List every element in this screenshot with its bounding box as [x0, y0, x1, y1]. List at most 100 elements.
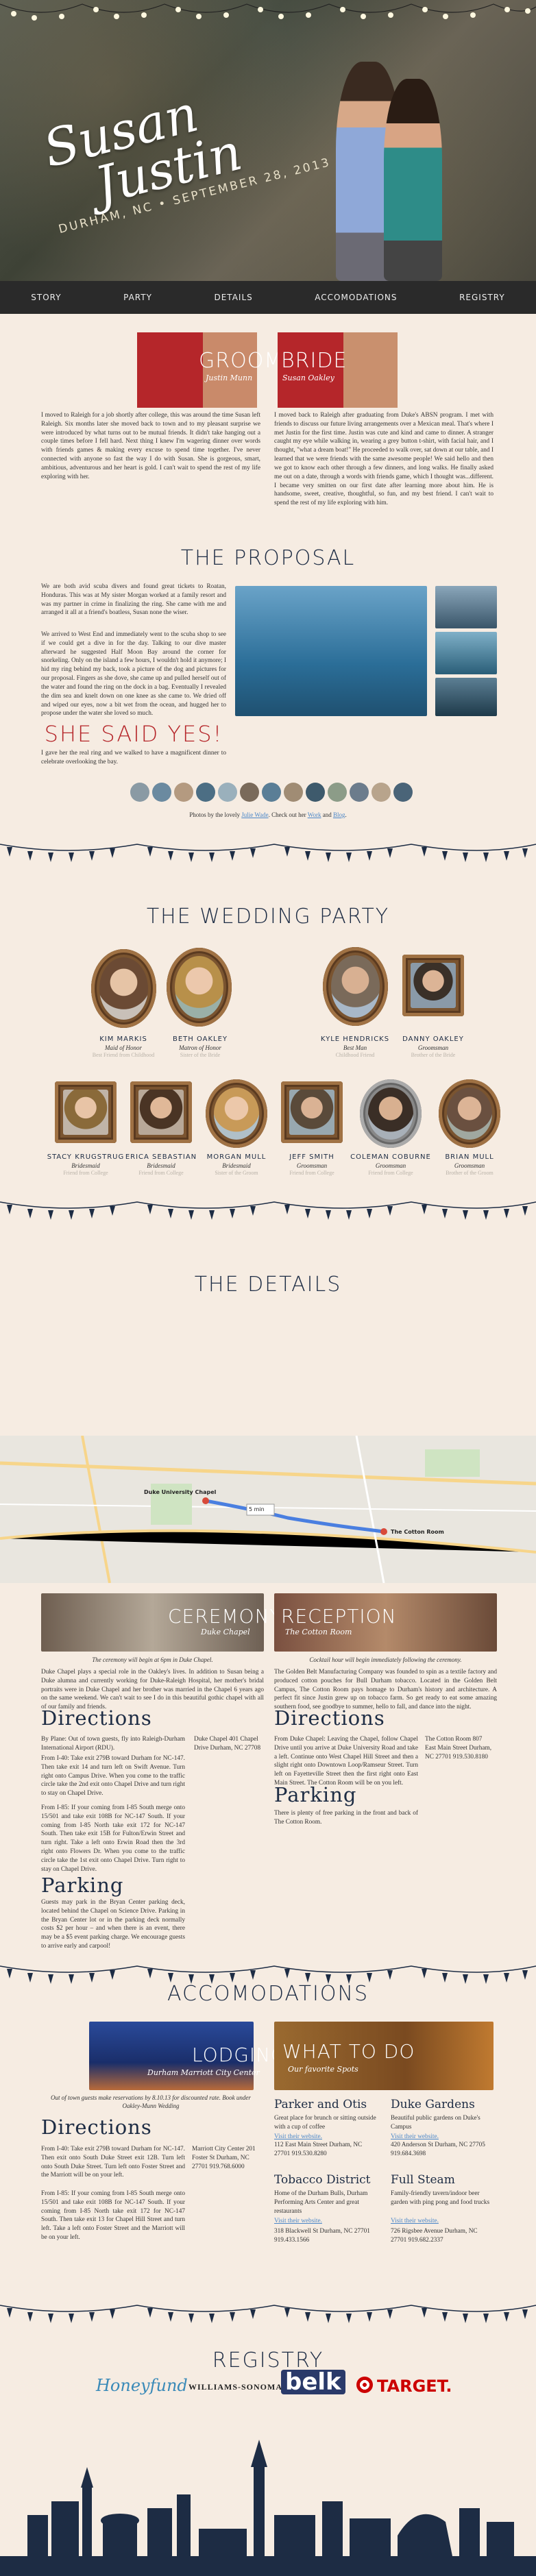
party-portrait [323, 947, 388, 1026]
party-portrait [281, 1081, 343, 1143]
proposal-thumb-2 [435, 632, 497, 674]
party-member-role: Bridesmaid [71, 1162, 100, 1169]
party-member-role: Groomsman [454, 1162, 485, 1169]
credit-mid: . Check out her [268, 811, 306, 818]
party-member-note: Best Friend from Childhood [92, 1052, 155, 1058]
gallery-thumb[interactable] [262, 783, 281, 802]
bride-label: BRIDE [281, 349, 348, 373]
party-portrait [91, 949, 156, 1028]
gallery-thumb[interactable] [240, 783, 259, 802]
party-member-note: Brother of the Groom [446, 1170, 494, 1176]
party-member-role: Groomsman [296, 1162, 328, 1169]
gallery-thumb[interactable] [328, 783, 347, 802]
lodging-note: Out of town guests make reservations by … [51, 2094, 251, 2110]
spot-title: Full Steam [391, 2173, 455, 2187]
nav-accomodations[interactable]: ACCOMODATIONS [315, 292, 397, 303]
bunting-divider [0, 844, 536, 862]
nav-registry[interactable]: REGISTRY [459, 292, 505, 303]
party-member-role: Bridesmaid [222, 1162, 251, 1169]
proposal-thumb-3 [435, 678, 497, 716]
photographer-link[interactable]: Julie Wade [241, 811, 268, 818]
party-member-note: Childhood Friend [335, 1052, 375, 1058]
proposal-paragraph-1: We are both avid scuba divers and found … [41, 583, 226, 617]
page: Susan Justin DURHAM, NC • SEPTEMBER 28, … [0, 0, 536, 2576]
lodging-directions-title: Directions [41, 2115, 152, 2139]
durham-skyline [0, 2440, 536, 2576]
target-bullseye-icon [356, 2377, 373, 2393]
credit-prefix: Photos by the lovely [189, 811, 240, 818]
groom-label: GROOM [199, 349, 283, 373]
spot-website-link[interactable]: Visit their website. [391, 2217, 439, 2226]
gallery-thumb[interactable] [284, 783, 303, 802]
gallery-thumb[interactable] [130, 783, 149, 802]
reception-sub: The Cotton Room [285, 1628, 352, 1636]
spot-website-link[interactable]: Visit their website. [391, 2133, 439, 2142]
nav-story[interactable]: STORY [31, 292, 61, 303]
party-member-name: STACY KRUGSTRUG [47, 1153, 125, 1161]
party-portrait [167, 948, 232, 1027]
string-lights [0, 3, 536, 21]
bride-name: Susan Oakley [282, 373, 334, 382]
gallery-thumb[interactable] [218, 783, 237, 802]
party-member-name: BETH OAKLEY [172, 1035, 228, 1043]
gallery-thumb[interactable] [306, 783, 325, 802]
photo-credit: Photos by the lovely Julie Wade. Check o… [189, 811, 347, 818]
gallery-thumb[interactable] [350, 783, 369, 802]
todo-sub: Our favorite Spots [288, 2065, 358, 2074]
blog-link[interactable]: Blog [333, 811, 345, 818]
wedding-party-title: THE WEDDING PARTY [146, 905, 390, 929]
party-member-name: DANNY OAKLEY [402, 1035, 464, 1043]
party-member-name: KYLE HENDRICKS [320, 1035, 390, 1043]
spot-desc: Home of the Durham Bulls, Durham Perform… [274, 2190, 368, 2215]
gallery-thumb[interactable] [174, 783, 193, 802]
spot-website-link[interactable]: Visit their website. [274, 2133, 322, 2142]
venue-map[interactable]: Duke University Chapel 5 min The Cotton … [0, 1435, 536, 1584]
party-member-name: JEFF SMITH [289, 1153, 334, 1161]
honeyfund-logo[interactable]: Honeyfund [96, 2375, 188, 2396]
party-member-role: Best Man [343, 1044, 367, 1051]
party-portrait [402, 955, 464, 1016]
party-member-name: COLEMAN COBURNE [350, 1153, 431, 1161]
ceremony-parking-text: Guests may park in the Bryan Center park… [41, 1899, 185, 1950]
spot-address: 112 East Main Street Durham, NC 27701 91… [274, 2142, 363, 2157]
party-member-name: KIM MARKIS [99, 1035, 147, 1043]
belk-logo[interactable]: belk [281, 2370, 345, 2394]
ceremony-direction-i85: From I-85: If your coming from I-85 Sout… [41, 1804, 185, 1873]
spot-website-link[interactable]: Visit their website. [274, 2217, 322, 2226]
party-member-note: Friend from College [63, 1170, 108, 1176]
hero-banner: Susan Justin DURHAM, NC • SEPTEMBER 28, … [0, 0, 536, 281]
party-member-role: Groomsman [417, 1044, 449, 1051]
map-graphic [0, 1435, 536, 1584]
party-member-name: BRIAN MULL [445, 1153, 494, 1161]
gallery-thumb[interactable] [393, 783, 413, 802]
party-portrait [206, 1079, 267, 1148]
reception-parking-title: Parking [274, 1783, 357, 1806]
ceremony-direction-plane: By Plane: Out of town guests, fly into R… [41, 1736, 185, 1752]
work-link[interactable]: Work [308, 811, 321, 818]
credit-and: and [322, 811, 332, 818]
gallery-thumb[interactable] [371, 783, 391, 802]
williams-sonoma-logo[interactable]: WILLIAMS-SONOMA [188, 2381, 282, 2392]
party-portrait [360, 1079, 422, 1148]
nav-details[interactable]: DETAILS [214, 292, 252, 303]
reception-label: RECEPTION [281, 1605, 397, 1628]
gallery-thumb[interactable] [196, 783, 215, 802]
party-portrait [130, 1081, 192, 1143]
proposal-title: THE PROPOSAL [180, 546, 356, 570]
gallery-thumb[interactable] [152, 783, 171, 802]
party-member-name: MORGAN MULL [206, 1153, 267, 1161]
spot-desc: Family-friendly tavern/indoor beer garde… [391, 2190, 490, 2206]
nav-party[interactable]: PARTY [123, 292, 152, 303]
ceremony-label: CEREMONY [168, 1605, 282, 1628]
party-member-note: Sister of the Groom [215, 1170, 258, 1176]
reception-direction: From Duke Chapel: Leaving the Chapel, fo… [274, 1736, 418, 1787]
lodging-label: LODGING [192, 2044, 287, 2066]
reception-note: Cocktail hour will begin immediately fol… [309, 1656, 462, 1663]
reception-parking-text: There is plenty of free parking in the f… [274, 1810, 418, 1826]
party-portrait [55, 1081, 117, 1143]
proposal-paragraph-2: We arrived to West End and immediately w… [41, 631, 226, 717]
map-label-time: 5 min [249, 1506, 265, 1512]
proposal-paragraph-3: I gave her the real ring and we walked t… [41, 750, 226, 765]
target-logo[interactable]: TARGET. [356, 2375, 452, 2397]
spot-address: 726 Rigsbee Avenue Durham, NC 27701 919.… [391, 2228, 478, 2244]
